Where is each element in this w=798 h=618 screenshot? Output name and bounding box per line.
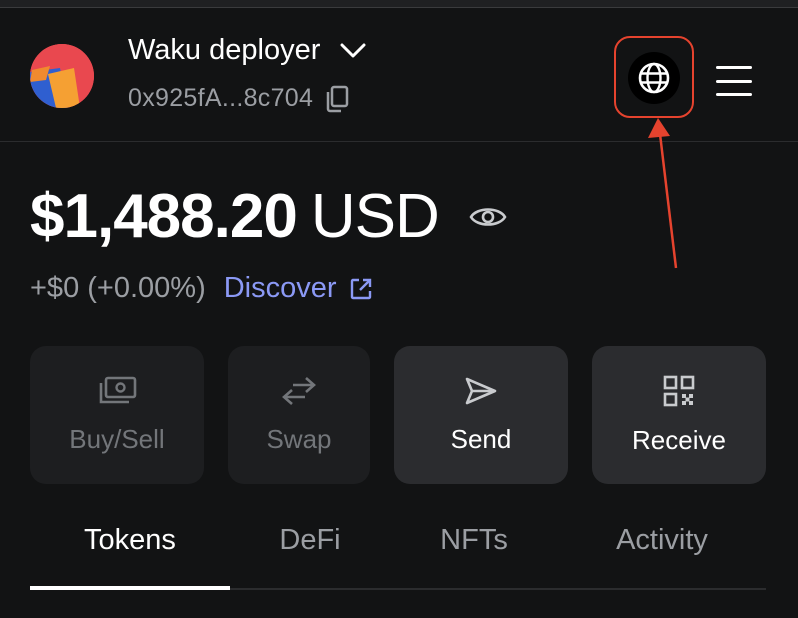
qr-code-icon [663, 375, 695, 406]
account-selector[interactable]: Waku deployer [128, 34, 366, 67]
balance-row: $1,488.20 USD [30, 186, 507, 248]
receive-label: Receive [632, 424, 726, 455]
swap-button[interactable]: Swap [228, 346, 370, 484]
send-button[interactable]: Send [394, 346, 568, 484]
annotation-highlight-box [614, 36, 694, 118]
tab-nfts[interactable]: NFTs [374, 524, 574, 590]
discover-link[interactable]: Discover [224, 272, 373, 305]
hamburger-menu-icon[interactable] [714, 64, 754, 98]
action-buttons: Buy/Sell Swap Send Receive [30, 346, 770, 484]
active-tab-indicator [30, 586, 230, 590]
buy-sell-label: Buy/Sell [69, 423, 165, 454]
balance-value: $1,488.20 [30, 182, 298, 251]
account-address-row: 0x925fA...8c704 [128, 84, 349, 113]
menu-line [716, 93, 752, 96]
external-link-icon [350, 278, 371, 299]
buy-sell-button[interactable]: Buy/Sell [30, 346, 204, 484]
money-icon [99, 376, 137, 403]
tab-label: Tokens [84, 524, 176, 556]
balance-amount: $1,488.20 USD [30, 186, 440, 248]
send-label: Send [450, 423, 512, 454]
tab-label: DeFi [279, 524, 341, 556]
account-avatar[interactable] [30, 44, 94, 108]
chevron-down-icon [340, 43, 366, 57]
tab-tokens[interactable]: Tokens [30, 524, 230, 590]
discover-label: Discover [223, 272, 337, 304]
copy-icon[interactable] [325, 85, 349, 113]
send-icon [465, 377, 497, 404]
receive-button[interactable]: Receive [592, 346, 766, 484]
menu-line [716, 79, 752, 83]
menu-line [716, 66, 752, 69]
asset-tabs: Tokens DeFi NFTs Activity [30, 524, 766, 590]
browser-top-strip [0, 0, 798, 8]
avatar-pattern [30, 44, 94, 108]
account-name: Waku deployer [128, 34, 321, 66]
balance-change-row: +$0 (+0.00%) Discover [30, 272, 373, 305]
balance-currency: USD [310, 182, 440, 251]
tab-label: NFTs [440, 524, 508, 556]
account-address: 0x925fA...8c704 [128, 84, 314, 112]
eye-icon[interactable] [469, 204, 507, 230]
account-header: Waku deployer 0x925fA...8c704 [0, 8, 798, 142]
swap-arrows-icon [282, 376, 316, 405]
tab-label: Activity [616, 524, 708, 556]
tab-activity[interactable]: Activity [562, 524, 762, 590]
balance-change: +$0 (+0.00%) [30, 272, 206, 304]
swap-label: Swap [266, 423, 332, 454]
